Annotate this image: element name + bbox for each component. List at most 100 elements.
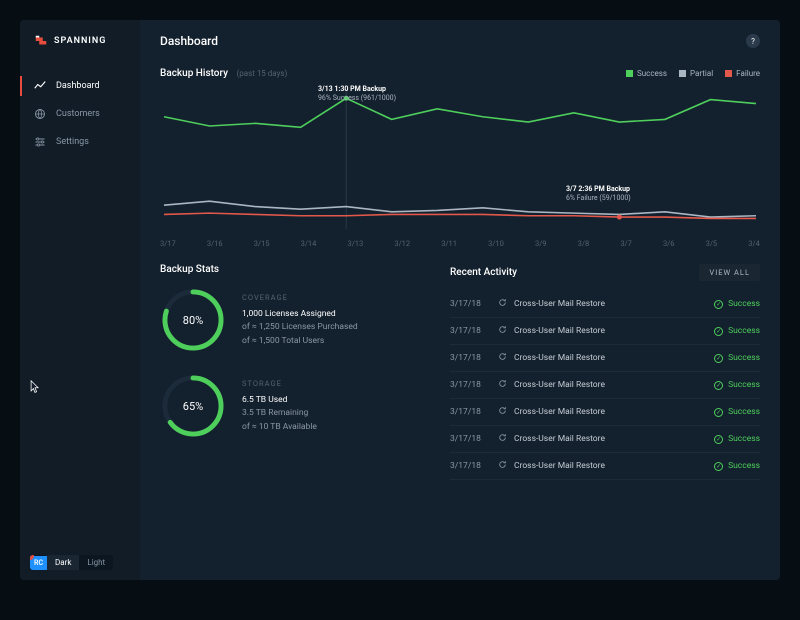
coverage-line3: of ≈ 1,500 Total Users bbox=[242, 335, 358, 349]
chart-line-icon bbox=[34, 80, 46, 92]
history-chart[interactable]: 3/13 1:30 PM Backup 96% Success (961/100… bbox=[160, 89, 760, 229]
activity-status: ✓ Success bbox=[714, 407, 760, 417]
check-circle-icon: ✓ bbox=[714, 354, 723, 363]
backup-stats-section: Backup Stats 80% COVERAGE 1,000 Licenses… bbox=[160, 264, 420, 480]
activity-row[interactable]: 3/17/18 Cross-User Mail Restore ✓ Succes… bbox=[450, 345, 760, 372]
sidebar-item-dashboard[interactable]: Dashboard bbox=[20, 72, 140, 100]
theme-badge[interactable]: 1 RC bbox=[30, 556, 47, 570]
stats-title: Backup Stats bbox=[160, 264, 420, 275]
sidebar-item-label: Settings bbox=[56, 137, 89, 147]
sliders-icon bbox=[34, 136, 46, 148]
recent-activity-section: Recent Activity VIEW ALL 3/17/18 Cross-U… bbox=[450, 264, 760, 480]
help-icon: ? bbox=[751, 37, 755, 46]
brand-logo: SPANNING bbox=[20, 34, 140, 72]
x-axis-tick: 3/5 bbox=[706, 239, 718, 248]
sidebar-nav: Dashboard Customers Settings bbox=[20, 72, 140, 156]
activity-title: Recent Activity bbox=[450, 267, 517, 278]
check-circle-icon: ✓ bbox=[714, 327, 723, 336]
coverage-line1: 1,000 Licenses Assigned bbox=[242, 308, 358, 322]
activity-date: 3/17/18 bbox=[450, 353, 498, 363]
storage-line2: 3.5 TB Remaining bbox=[242, 407, 317, 421]
sidebar-item-customers[interactable]: Customers bbox=[20, 100, 140, 128]
x-axis-tick: 3/13 bbox=[348, 239, 364, 248]
activity-date: 3/17/18 bbox=[450, 380, 498, 390]
refresh-icon bbox=[498, 406, 514, 418]
x-axis-tick: 3/17 bbox=[160, 239, 176, 248]
refresh-icon bbox=[498, 352, 514, 364]
activity-name: Cross-User Mail Restore bbox=[514, 299, 714, 309]
activity-name: Cross-User Mail Restore bbox=[514, 380, 714, 390]
history-title: Backup History bbox=[160, 68, 228, 79]
legend-swatch-icon bbox=[679, 70, 686, 77]
activity-name: Cross-User Mail Restore bbox=[514, 407, 714, 417]
view-all-button[interactable]: VIEW ALL bbox=[699, 264, 760, 281]
activity-status: ✓ Success bbox=[714, 353, 760, 363]
x-axis-tick: 3/12 bbox=[394, 239, 410, 248]
check-circle-icon: ✓ bbox=[714, 381, 723, 390]
x-axis-tick: 3/10 bbox=[488, 239, 504, 248]
legend-swatch-icon bbox=[626, 70, 633, 77]
legend-failure: Failure bbox=[725, 69, 760, 78]
storage-ring: 65% bbox=[160, 373, 226, 439]
theme-switch: 1 RC Dark Light bbox=[30, 555, 113, 570]
sidebar: SPANNING Dashboard Customers Settings bbox=[20, 20, 140, 580]
activity-row[interactable]: 3/17/18 Cross-User Mail Restore ✓ Succes… bbox=[450, 399, 760, 426]
x-axis-tick: 3/11 bbox=[441, 239, 457, 248]
storage-line3: of ≈ 10 TB Available bbox=[242, 421, 317, 435]
activity-row[interactable]: 3/17/18 Cross-User Mail Restore ✓ Succes… bbox=[450, 372, 760, 399]
main-content: Dashboard ? Backup History (past 15 days… bbox=[140, 20, 780, 580]
check-circle-icon: ✓ bbox=[714, 435, 723, 444]
activity-row[interactable]: 3/17/18 Cross-User Mail Restore ✓ Succes… bbox=[450, 453, 760, 480]
theme-option-dark[interactable]: Dark bbox=[47, 555, 79, 570]
coverage-ring: 80% bbox=[160, 287, 226, 353]
storage-line1: 6.5 TB Used bbox=[242, 394, 317, 408]
activity-date: 3/17/18 bbox=[450, 407, 498, 417]
check-circle-icon: ✓ bbox=[714, 408, 723, 417]
x-axis-tick: 3/14 bbox=[301, 239, 317, 248]
refresh-icon bbox=[498, 460, 514, 472]
x-axis-tick: 3/6 bbox=[663, 239, 675, 248]
x-axis-tick: 3/16 bbox=[207, 239, 223, 248]
theme-option-light[interactable]: Light bbox=[79, 555, 113, 570]
activity-date: 3/17/18 bbox=[450, 326, 498, 336]
legend-partial: Partial bbox=[679, 69, 713, 78]
activity-name: Cross-User Mail Restore bbox=[514, 461, 714, 471]
sidebar-item-label: Customers bbox=[56, 109, 100, 119]
activity-row[interactable]: 3/17/18 Cross-User Mail Restore ✓ Succes… bbox=[450, 318, 760, 345]
coverage-pct: 80% bbox=[160, 287, 226, 353]
backup-history-section: Backup History (past 15 days) Success Pa… bbox=[160, 68, 760, 264]
page-title: Dashboard bbox=[160, 34, 218, 48]
activity-status: ✓ Success bbox=[714, 434, 760, 444]
chart-tooltip-failure: 3/7 2:36 PM Backup 6% Failure (59/1000) bbox=[566, 185, 631, 203]
x-axis-tick: 3/8 bbox=[578, 239, 590, 248]
activity-row[interactable]: 3/17/18 Cross-User Mail Restore ✓ Succes… bbox=[450, 291, 760, 318]
activity-date: 3/17/18 bbox=[450, 299, 498, 309]
stat-coverage: 80% COVERAGE 1,000 Licenses Assigned of … bbox=[160, 287, 420, 353]
x-axis-tick: 3/7 bbox=[620, 239, 632, 248]
chart-x-axis: 3/17 3/16 3/15 3/14 3/13 3/12 3/11 3/10 3/9 3/8 3/… bbox=[160, 235, 760, 264]
brand-mark-icon bbox=[34, 34, 48, 48]
check-circle-icon: ✓ bbox=[714, 462, 723, 471]
refresh-icon bbox=[498, 298, 514, 310]
coverage-label: COVERAGE bbox=[242, 292, 358, 304]
activity-name: Cross-User Mail Restore bbox=[514, 353, 714, 363]
sidebar-item-settings[interactable]: Settings bbox=[20, 128, 140, 156]
activity-date: 3/17/18 bbox=[450, 461, 498, 471]
activity-name: Cross-User Mail Restore bbox=[514, 326, 714, 336]
stat-storage: 65% STORAGE 6.5 TB Used 3.5 TB Remaining… bbox=[160, 373, 420, 439]
activity-status: ✓ Success bbox=[714, 380, 760, 390]
storage-pct: 65% bbox=[160, 373, 226, 439]
coverage-line2: of ≈ 1,250 Licenses Purchased bbox=[242, 321, 358, 335]
x-axis-tick: 3/15 bbox=[254, 239, 270, 248]
activity-status: ✓ Success bbox=[714, 299, 760, 309]
help-button[interactable]: ? bbox=[746, 34, 760, 48]
refresh-icon bbox=[498, 325, 514, 337]
activity-name: Cross-User Mail Restore bbox=[514, 434, 714, 444]
storage-label: STORAGE bbox=[242, 378, 317, 390]
x-axis-tick: 3/9 bbox=[535, 239, 547, 248]
legend-swatch-icon bbox=[725, 70, 732, 77]
activity-status: ✓ Success bbox=[714, 461, 760, 471]
chart-legend: Success Partial Failure bbox=[626, 69, 760, 78]
brand-name: SPANNING bbox=[54, 36, 106, 46]
activity-row[interactable]: 3/17/18 Cross-User Mail Restore ✓ Succes… bbox=[450, 426, 760, 453]
